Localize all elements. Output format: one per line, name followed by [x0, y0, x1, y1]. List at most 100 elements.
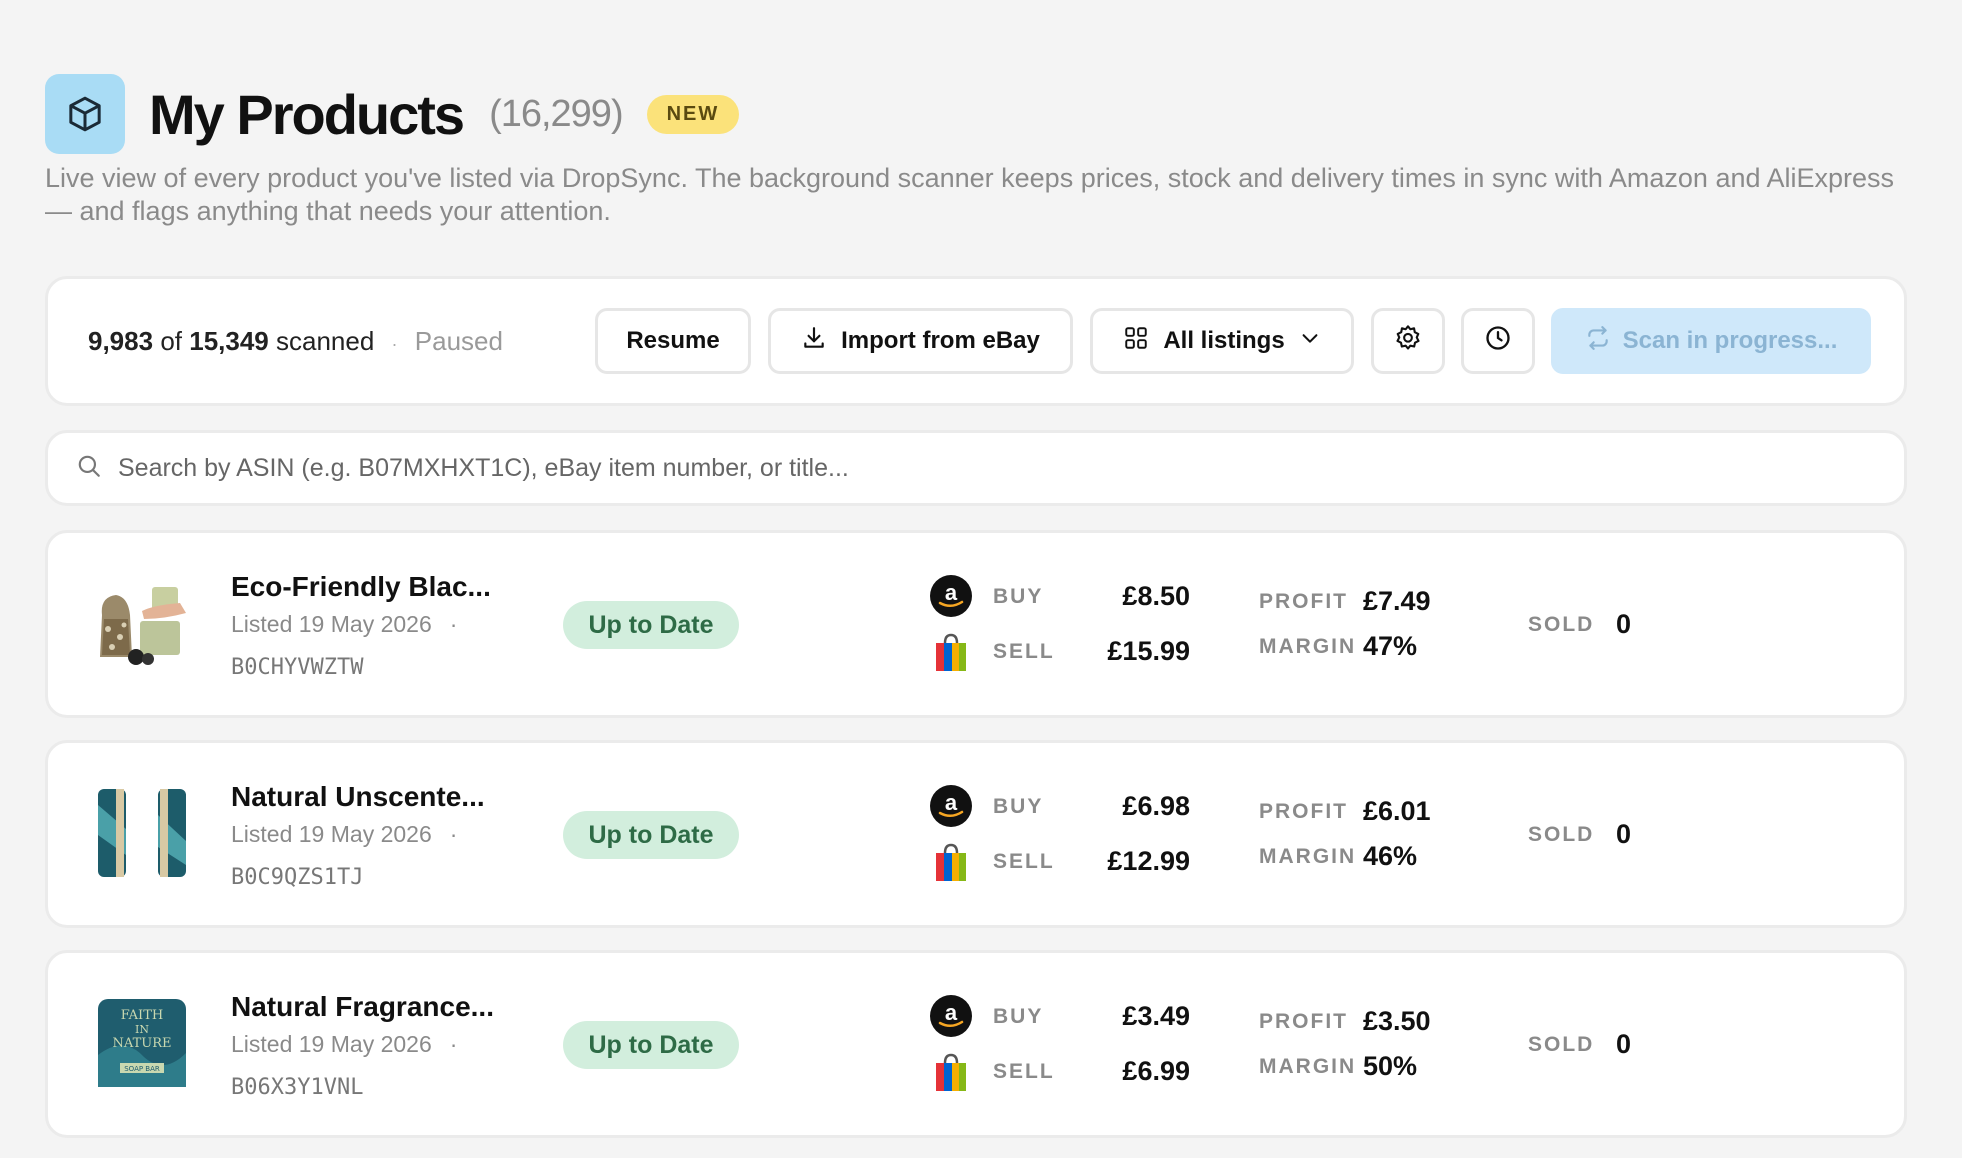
buy-price: £8.50: [1122, 581, 1190, 611]
refresh-icon: [1585, 325, 1611, 358]
download-icon: [801, 325, 827, 358]
sell-label: SELL: [993, 1060, 1055, 1083]
box-icon: [45, 74, 125, 154]
scanned-label: scanned: [276, 325, 375, 356]
page-header: My Products (16,299) NEW: [45, 74, 740, 154]
thumbnail-brand-line3: NATURE: [113, 1036, 172, 1051]
sold-count: 0: [1616, 819, 1632, 849]
listed-date: Listed 19 May 2026 ·: [231, 1031, 457, 1058]
product-title[interactable]: Eco-Friendly Blac...: [231, 571, 491, 603]
page-subtitle: Live view of every product you've listed…: [45, 163, 1895, 226]
product-asin: B0C9QZS1TJ: [231, 865, 364, 890]
status-separator: ·: [391, 333, 398, 354]
listed-date: Listed 19 May 2026 ·: [231, 821, 457, 848]
scan-in-progress-button[interactable]: Scan in progress...: [1551, 308, 1871, 374]
scan-total: 15,349: [189, 325, 269, 356]
thumbnail-product-type: SOAP BAR: [124, 1065, 160, 1073]
sell-label: SELL: [993, 850, 1055, 873]
search-bar: [45, 430, 1907, 506]
margin-value: 50%: [1363, 1051, 1418, 1081]
thumbnail-brand-line1: FAITH: [121, 1008, 163, 1023]
buy-label: BUY: [993, 795, 1044, 818]
profit-value: £7.49: [1363, 586, 1431, 616]
sell-price: £6.99: [1122, 1056, 1190, 1086]
product-row[interactable]: Natural Unscente... Listed 19 May 2026 · …: [45, 740, 1907, 928]
products-page: My Products (16,299) NEW Live view of ev…: [0, 0, 1962, 1158]
import-label: Import from eBay: [841, 327, 1040, 354]
search-icon: [76, 453, 102, 484]
margin-label: MARGIN: [1259, 1055, 1357, 1078]
chevron-down-icon: [1299, 327, 1321, 356]
shopping-bag-icon: [930, 1051, 972, 1093]
product-asin: B06X3Y1VNL: [231, 1075, 364, 1100]
sold-label: SOLD: [1528, 823, 1595, 846]
scan-label: Scan in progress...: [1622, 327, 1838, 354]
grid-icon: [1123, 325, 1149, 358]
listed-date-text: Listed 19 May 2026: [231, 611, 432, 637]
listed-date: Listed 19 May 2026 ·: [231, 611, 457, 638]
profit-value: £3.50: [1363, 1006, 1431, 1036]
margin-value: 46%: [1363, 841, 1418, 871]
listed-date-text: Listed 19 May 2026: [231, 1031, 432, 1057]
buy-price: £6.98: [1122, 791, 1190, 821]
svg-text:a: a: [945, 790, 958, 815]
profit-label: PROFIT: [1259, 800, 1348, 823]
status-badge: Up to Date: [563, 601, 739, 649]
status-badge: Up to Date: [563, 1021, 739, 1069]
thumbnail-brand-line2: IN: [135, 1023, 149, 1036]
buy-label: BUY: [993, 585, 1044, 608]
sell-label: SELL: [993, 640, 1055, 663]
buy-price: £3.49: [1122, 1001, 1190, 1031]
scanned-count: 9,983: [88, 325, 154, 356]
listed-date-text: Listed 19 May 2026: [231, 821, 432, 847]
product-thumbnail: [94, 785, 190, 881]
profit-value: £6.01: [1363, 796, 1431, 826]
listed-separator: ·: [449, 1031, 458, 1057]
sell-price: £12.99: [1107, 846, 1190, 876]
product-title[interactable]: Natural Fragrance...: [231, 991, 494, 1023]
product-title[interactable]: Natural Unscente...: [231, 781, 485, 813]
svg-text:a: a: [945, 1000, 958, 1025]
history-button[interactable]: [1461, 308, 1535, 374]
import-ebay-button[interactable]: Import from eBay: [768, 308, 1073, 374]
margin-value: 47%: [1363, 631, 1418, 661]
listings-filter-dropdown[interactable]: All listings: [1090, 308, 1354, 374]
listed-separator: ·: [449, 611, 458, 637]
amazon-icon: a: [930, 575, 972, 617]
margin-label: MARGIN: [1259, 635, 1357, 658]
sell-price: £15.99: [1107, 636, 1190, 666]
profit-label: PROFIT: [1259, 590, 1348, 613]
scan-toolbar: 9,983 of 15,349 scanned · Paused Resume …: [45, 276, 1907, 406]
sold-label: SOLD: [1528, 1033, 1595, 1056]
listed-separator: ·: [449, 821, 458, 847]
sold-count: 0: [1616, 609, 1632, 639]
scan-state: Paused: [414, 325, 503, 356]
amazon-icon: a: [930, 785, 972, 827]
product-count: (16,299): [489, 92, 624, 135]
new-badge: NEW: [646, 94, 740, 134]
product-row[interactable]: Eco-Friendly Blac... Listed 19 May 2026 ·…: [45, 530, 1907, 718]
margin-label: MARGIN: [1259, 845, 1357, 868]
product-thumbnail: FAITH IN NATURE SOAP BAR: [94, 995, 190, 1091]
search-input[interactable]: [118, 453, 1818, 483]
shopping-bag-icon: [930, 841, 972, 883]
shopping-bag-icon: [930, 631, 972, 673]
product-thumbnail: [94, 575, 190, 671]
gear-icon: [1394, 324, 1422, 359]
listings-label: All listings: [1163, 327, 1285, 354]
buy-label: BUY: [993, 1005, 1044, 1028]
sold-label: SOLD: [1528, 613, 1595, 636]
svg-text:a: a: [945, 580, 958, 605]
resume-button[interactable]: Resume: [595, 308, 751, 374]
settings-button[interactable]: [1371, 308, 1445, 374]
clock-icon: [1484, 324, 1512, 359]
product-asin: B0CHYVWZTW: [231, 655, 364, 680]
product-row[interactable]: FAITH IN NATURE SOAP BAR Natural Fragran…: [45, 950, 1907, 1138]
status-badge: Up to Date: [563, 811, 739, 859]
amazon-icon: a: [930, 995, 972, 1037]
profit-label: PROFIT: [1259, 1010, 1348, 1033]
scan-status: 9,983 of 15,349 scanned · Paused: [88, 326, 503, 357]
of-label: of: [160, 325, 182, 356]
sold-count: 0: [1616, 1029, 1632, 1059]
page-title: My Products: [149, 82, 465, 146]
